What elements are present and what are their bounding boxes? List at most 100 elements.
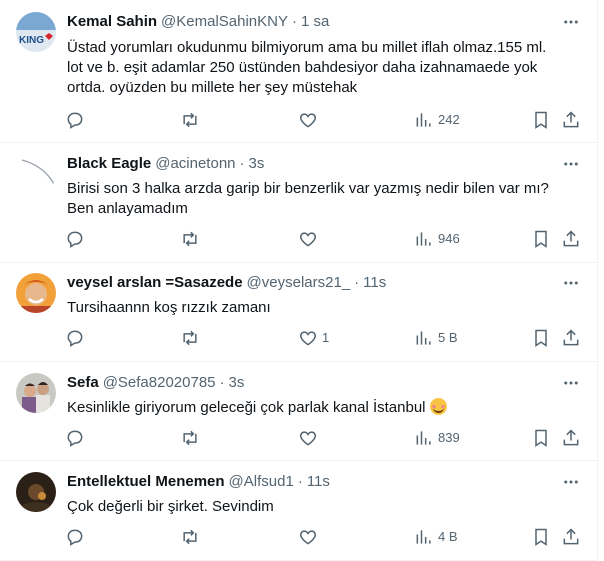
tweet-actions: 1 5 B [0, 326, 597, 350]
tweet-text-line: Çok değerli bir şirket. Sevindim [67, 498, 274, 515]
retweet-button[interactable] [180, 108, 200, 132]
tweet-header: Sefa @Sefa82020785 · 3s [67, 373, 581, 393]
author-handle[interactable]: @acinetonn [155, 154, 235, 174]
tweet-actions: 946 [0, 227, 597, 251]
tweet-text-line: Tursihaannn koş rızzık zamanı [67, 299, 271, 316]
like-button[interactable] [298, 227, 318, 251]
more-icon[interactable] [561, 12, 581, 32]
reply-button[interactable] [65, 108, 85, 132]
tweet[interactable]: KING Kemal Sahin @KemalSahinKNY · 1 sa Ü… [0, 0, 597, 143]
retweet-button[interactable] [180, 227, 200, 251]
bookmark-button[interactable] [531, 525, 551, 549]
like-button[interactable] [298, 525, 318, 549]
more-icon[interactable] [561, 472, 581, 492]
author-handle[interactable]: @Alfsud1 [229, 472, 294, 492]
avatar[interactable] [16, 373, 56, 413]
author-name[interactable]: veysel arslan =Sasazede [67, 273, 243, 293]
like-icon [299, 431, 317, 446]
reply-button[interactable] [65, 227, 85, 251]
author-name[interactable]: Entellektuel Menemen [67, 472, 225, 492]
views-count: 4 B [438, 529, 458, 544]
timestamp[interactable]: 11s [307, 472, 330, 492]
retweet-button[interactable] [180, 525, 200, 549]
avatar[interactable] [16, 273, 56, 313]
bookmark-button[interactable] [531, 227, 551, 251]
tweet-text: Kesinlikle giriyorum geleceği çok parlak… [67, 398, 581, 418]
author-name[interactable]: Black Eagle [67, 154, 151, 174]
tweet-text-line: Üstad yorumları okudunmu bilmiyorum ama … [67, 39, 547, 56]
like-button[interactable] [298, 108, 318, 132]
avatar[interactable]: KING [16, 12, 56, 52]
separator-dot: · [239, 155, 245, 172]
more-icon[interactable] [561, 373, 581, 393]
author-name[interactable]: Sefa [67, 373, 99, 393]
like-icon [299, 113, 317, 128]
author-handle[interactable]: @veyselars21_ [247, 273, 351, 293]
views-button[interactable]: 839 [414, 426, 460, 450]
bookmark-button[interactable] [531, 108, 551, 132]
views-icon [416, 232, 431, 246]
retweet-button[interactable] [180, 426, 200, 450]
views-button[interactable]: 946 [414, 227, 460, 251]
tweet-header: Entellektuel Menemen @Alfsud1 · 11s [67, 472, 581, 492]
tweet[interactable]: Black Eagle @acinetonn · 3s Birisi son 3… [0, 143, 597, 263]
more-icon[interactable] [561, 154, 581, 174]
avatar[interactable] [16, 472, 56, 512]
bookmark-button[interactable] [531, 426, 551, 450]
tweet-text-content: Kesinlikle giriyorum geleceği çok parlak… [67, 399, 426, 416]
tweet[interactable]: veysel arslan =Sasazede @veyselars21_ · … [0, 263, 597, 362]
author-handle[interactable]: @KemalSahinKNY [161, 12, 288, 32]
tweet-text: Üstad yorumları okudunmu bilmiyorum ama … [67, 38, 581, 98]
tweet-header: veysel arslan =Sasazede @veyselars21_ · … [67, 273, 581, 293]
tweet-actions: 4 B [0, 525, 597, 549]
views-button[interactable]: 5 B [414, 326, 458, 350]
retweet-button[interactable] [180, 326, 200, 350]
share-button[interactable] [561, 227, 581, 251]
tweet[interactable]: Entellektuel Menemen @Alfsud1 · 11s Çok … [0, 461, 597, 561]
views-button[interactable]: 4 B [414, 525, 458, 549]
views-icon [416, 113, 431, 127]
like-count: 1 [322, 330, 330, 345]
timestamp[interactable]: 3s [249, 154, 265, 174]
views-count: 839 [438, 430, 460, 445]
tweet-feed: KING Kemal Sahin @KemalSahinKNY · 1 sa Ü… [0, 0, 598, 561]
share-icon [563, 329, 579, 346]
bookmark-button[interactable] [531, 326, 551, 350]
share-button[interactable] [561, 108, 581, 132]
reply-button[interactable] [65, 326, 85, 350]
bookmark-icon [535, 230, 547, 248]
separator-dot: · [354, 274, 360, 291]
separator-dot: · [291, 13, 297, 30]
tweet[interactable]: Sefa @Sefa82020785 · 3s Kesinlikle giriy… [0, 362, 597, 461]
share-button[interactable] [561, 525, 581, 549]
like-button[interactable] [298, 426, 318, 450]
reply-icon [67, 330, 83, 347]
views-button[interactable]: 242 [414, 108, 460, 132]
share-button[interactable] [561, 426, 581, 450]
avatar[interactable] [16, 154, 56, 194]
like-icon [299, 232, 317, 247]
reply-button[interactable] [65, 525, 85, 549]
tweet-header: Black Eagle @acinetonn · 3s [67, 154, 581, 174]
share-icon [563, 230, 579, 247]
views-count: 5 B [438, 330, 458, 345]
author-handle[interactable]: @Sefa82020785 [103, 373, 216, 393]
more-icon[interactable] [561, 273, 581, 293]
timestamp[interactable]: 11s [363, 273, 386, 293]
timestamp[interactable]: 3s [229, 373, 245, 393]
timestamp[interactable]: 1 sa [301, 12, 329, 32]
tweet-text-line: lot ve b. eşit adamlar 250 üstünden bahd… [67, 59, 538, 76]
like-icon [299, 530, 317, 545]
like-button[interactable]: 1 [298, 326, 329, 350]
separator-dot: · [297, 473, 303, 490]
share-button[interactable] [561, 326, 581, 350]
reply-button[interactable] [65, 426, 85, 450]
retweet-icon [183, 529, 197, 545]
retweet-icon [183, 231, 197, 247]
views-icon [416, 530, 431, 544]
retweet-icon [183, 330, 197, 346]
svg-text:KING: KING [19, 35, 44, 46]
tweet-text: Tursihaannn koş rızzık zamanı [67, 298, 581, 318]
views-icon [416, 431, 431, 445]
author-name[interactable]: Kemal Sahin [67, 12, 157, 32]
